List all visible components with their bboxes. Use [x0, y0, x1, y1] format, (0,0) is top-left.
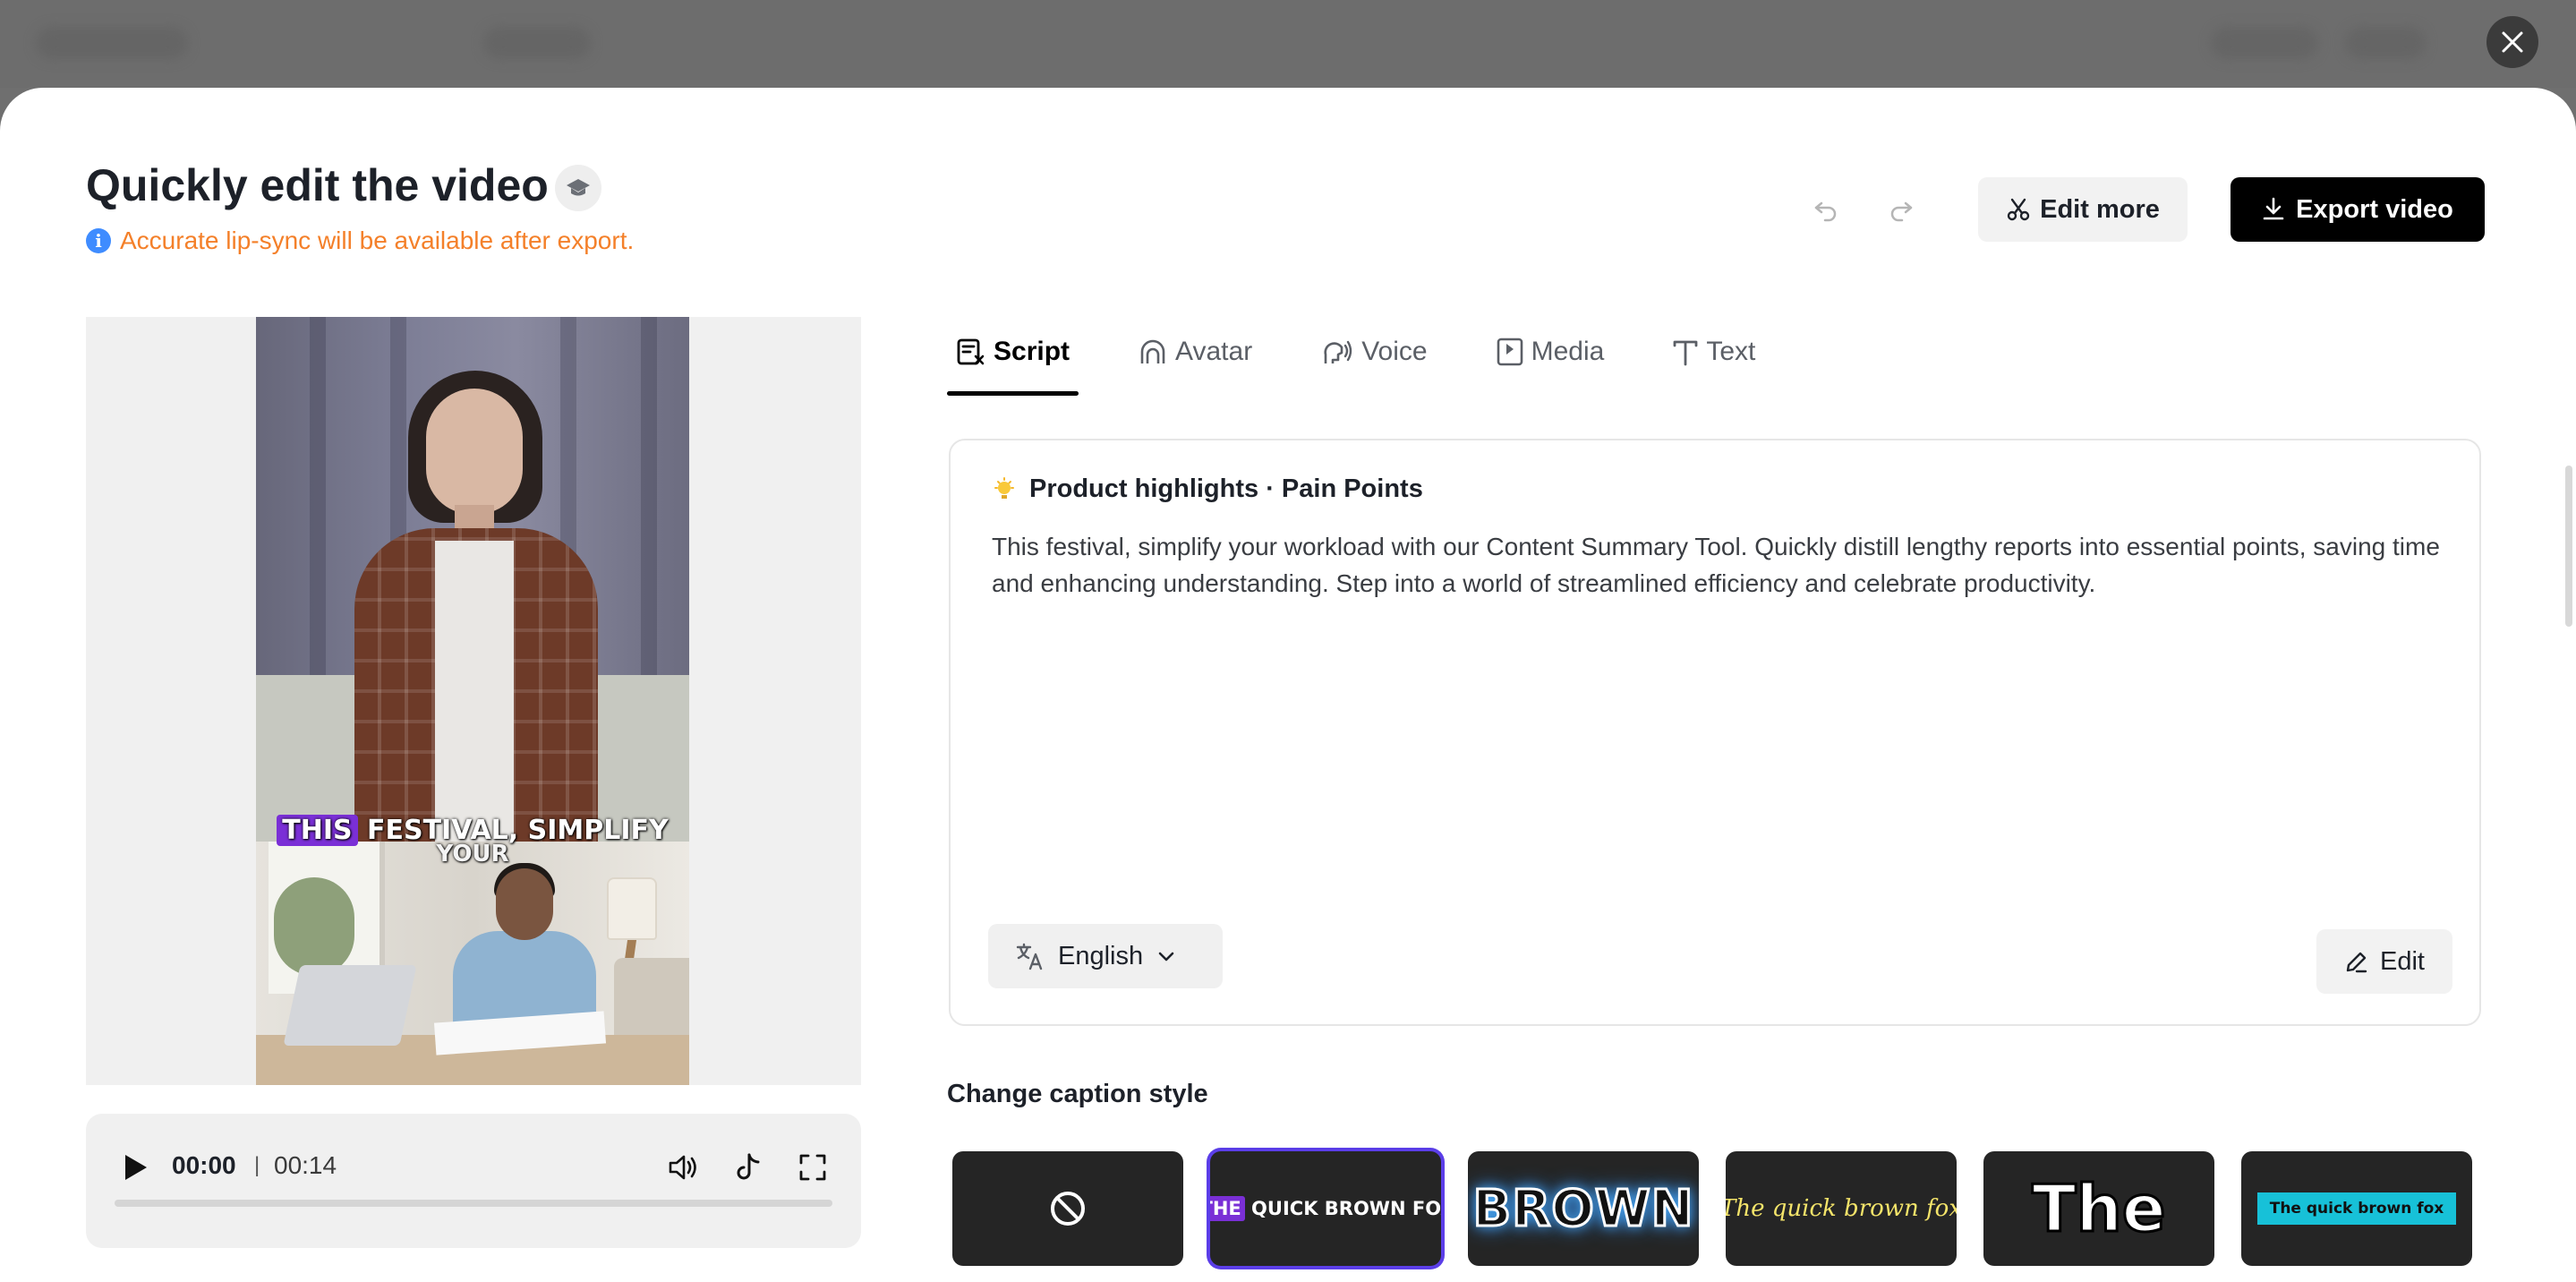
page-scrollbar[interactable]: [2565, 466, 2572, 627]
edit-script-button[interactable]: Edit: [2316, 929, 2452, 994]
close-icon: [2502, 31, 2523, 53]
caption-style-list: THE QUICK BROWN FOX BROWN The quick brow…: [952, 1151, 2472, 1266]
edit-more-button[interactable]: Edit more: [1978, 177, 2188, 242]
total-time: 00:14: [274, 1151, 337, 1179]
tab-script[interactable]: Script: [947, 320, 1079, 396]
no-caption-icon: [1051, 1192, 1085, 1226]
editor-tabs: Script Avatar Voice Media Text: [947, 320, 1814, 399]
script-title-text: Product highlights · Pain Points: [1029, 474, 1423, 503]
volume-icon: [669, 1155, 696, 1180]
download-icon: [2263, 197, 2284, 220]
video-preview[interactable]: THIS FESTIVAL, SIMPLIFY YOUR: [86, 317, 861, 1085]
tiktok-icon: [737, 1153, 760, 1180]
play-icon: [125, 1155, 147, 1180]
lip-sync-notice: i Accurate lip-sync will be available af…: [86, 226, 634, 255]
video-frame: THIS FESTIVAL, SIMPLIFY YOUR: [256, 317, 689, 1085]
export-video-label: Export video: [2296, 194, 2453, 224]
undo-icon: [1814, 201, 1837, 222]
pencil-icon: [2346, 952, 2367, 973]
video-player-controls: 00:00 | 00:14: [86, 1114, 861, 1248]
quick-edit-modal: Quickly edit the video i Accurate lip-sy…: [0, 88, 2576, 1282]
video-caption-line-2: YOUR: [436, 841, 509, 867]
caption-style-3-preview: The quick brown fox: [1726, 1195, 1957, 1222]
tiktok-preview-button[interactable]: [729, 1148, 768, 1187]
caption-style-4-preview: The: [2031, 1170, 2167, 1248]
graduation-cap-icon[interactable]: [555, 165, 601, 211]
page-title: Quickly edit the video: [86, 160, 549, 210]
tab-media-label: Media: [1531, 337, 1605, 366]
caption-style-italic-yellow[interactable]: The quick brown fox: [1726, 1151, 1957, 1266]
volume-button[interactable]: [664, 1148, 704, 1187]
tab-voice[interactable]: Voice: [1311, 320, 1436, 383]
redo-icon: [1890, 201, 1913, 222]
tab-voice-label: Voice: [1361, 337, 1428, 366]
edit-script-label: Edit: [2380, 946, 2425, 976]
close-modal-button[interactable]: [2486, 16, 2538, 68]
chevron-down-icon: [1158, 952, 1174, 962]
fullscreen-icon: [799, 1154, 826, 1181]
avatar-scene: [256, 317, 689, 842]
tab-avatar-label: Avatar: [1175, 337, 1253, 366]
tab-avatar[interactable]: Avatar: [1129, 320, 1261, 383]
script-body[interactable]: This festival, simplify your workload wi…: [992, 528, 2460, 602]
script-icon: [957, 338, 985, 365]
voice-icon: [1324, 340, 1352, 363]
language-select[interactable]: English: [988, 924, 1223, 988]
background-app-header: [0, 0, 2576, 88]
redo-button[interactable]: [1880, 188, 1923, 231]
edit-more-label: Edit more: [2040, 194, 2160, 224]
undo-button[interactable]: [1804, 188, 1847, 231]
script-panel: Product highlights · Pain Points This fe…: [949, 439, 2481, 1026]
tab-script-label: Script: [994, 337, 1070, 366]
tab-media[interactable]: Media: [1487, 320, 1614, 383]
text-icon: [1673, 340, 1698, 366]
caption-style-purple-highlight[interactable]: THE QUICK BROWN FOX: [1210, 1151, 1441, 1266]
caption-style-glow[interactable]: BROWN: [1468, 1151, 1699, 1266]
caption-style-1-highlight: THE: [1210, 1196, 1245, 1221]
caption-style-1-preview: THE QUICK BROWN FOX: [1210, 1196, 1441, 1221]
caption-style-heading: Change caption style: [947, 1080, 1208, 1108]
tab-text-label: Text: [1706, 337, 1756, 366]
scissors-icon: [2007, 198, 2030, 221]
caption-style-5-preview: The quick brown fox: [2256, 1192, 2457, 1225]
notice-text: Accurate lip-sync will be available afte…: [120, 226, 635, 254]
translate-icon: [1016, 943, 1043, 970]
current-time: 00:00: [172, 1151, 236, 1179]
playback-progress-bar[interactable]: [115, 1200, 832, 1207]
caption-style-bold-outline[interactable]: The: [1983, 1151, 2214, 1266]
caption-style-none[interactable]: [952, 1151, 1183, 1266]
avatar-icon: [1140, 339, 1165, 363]
export-video-button[interactable]: Export video: [2231, 177, 2485, 242]
time-separator: |: [254, 1153, 260, 1177]
script-section-title: Product highlights · Pain Points: [992, 474, 1423, 504]
info-icon: i: [86, 228, 111, 253]
media-icon: [1497, 338, 1523, 366]
tab-text[interactable]: Text: [1663, 320, 1764, 383]
caption-style-1-text: QUICK BROWN FOX: [1244, 1198, 1441, 1219]
caption-style-2-preview: BROWN: [1471, 1178, 1694, 1239]
language-label: English: [1058, 941, 1144, 970]
broll-scene: [256, 842, 689, 1085]
lightbulb-icon: [992, 476, 1017, 502]
caption-style-cyan-box[interactable]: The quick brown fox: [2241, 1151, 2472, 1266]
fullscreen-button[interactable]: [793, 1148, 832, 1187]
play-button[interactable]: [120, 1150, 152, 1185]
